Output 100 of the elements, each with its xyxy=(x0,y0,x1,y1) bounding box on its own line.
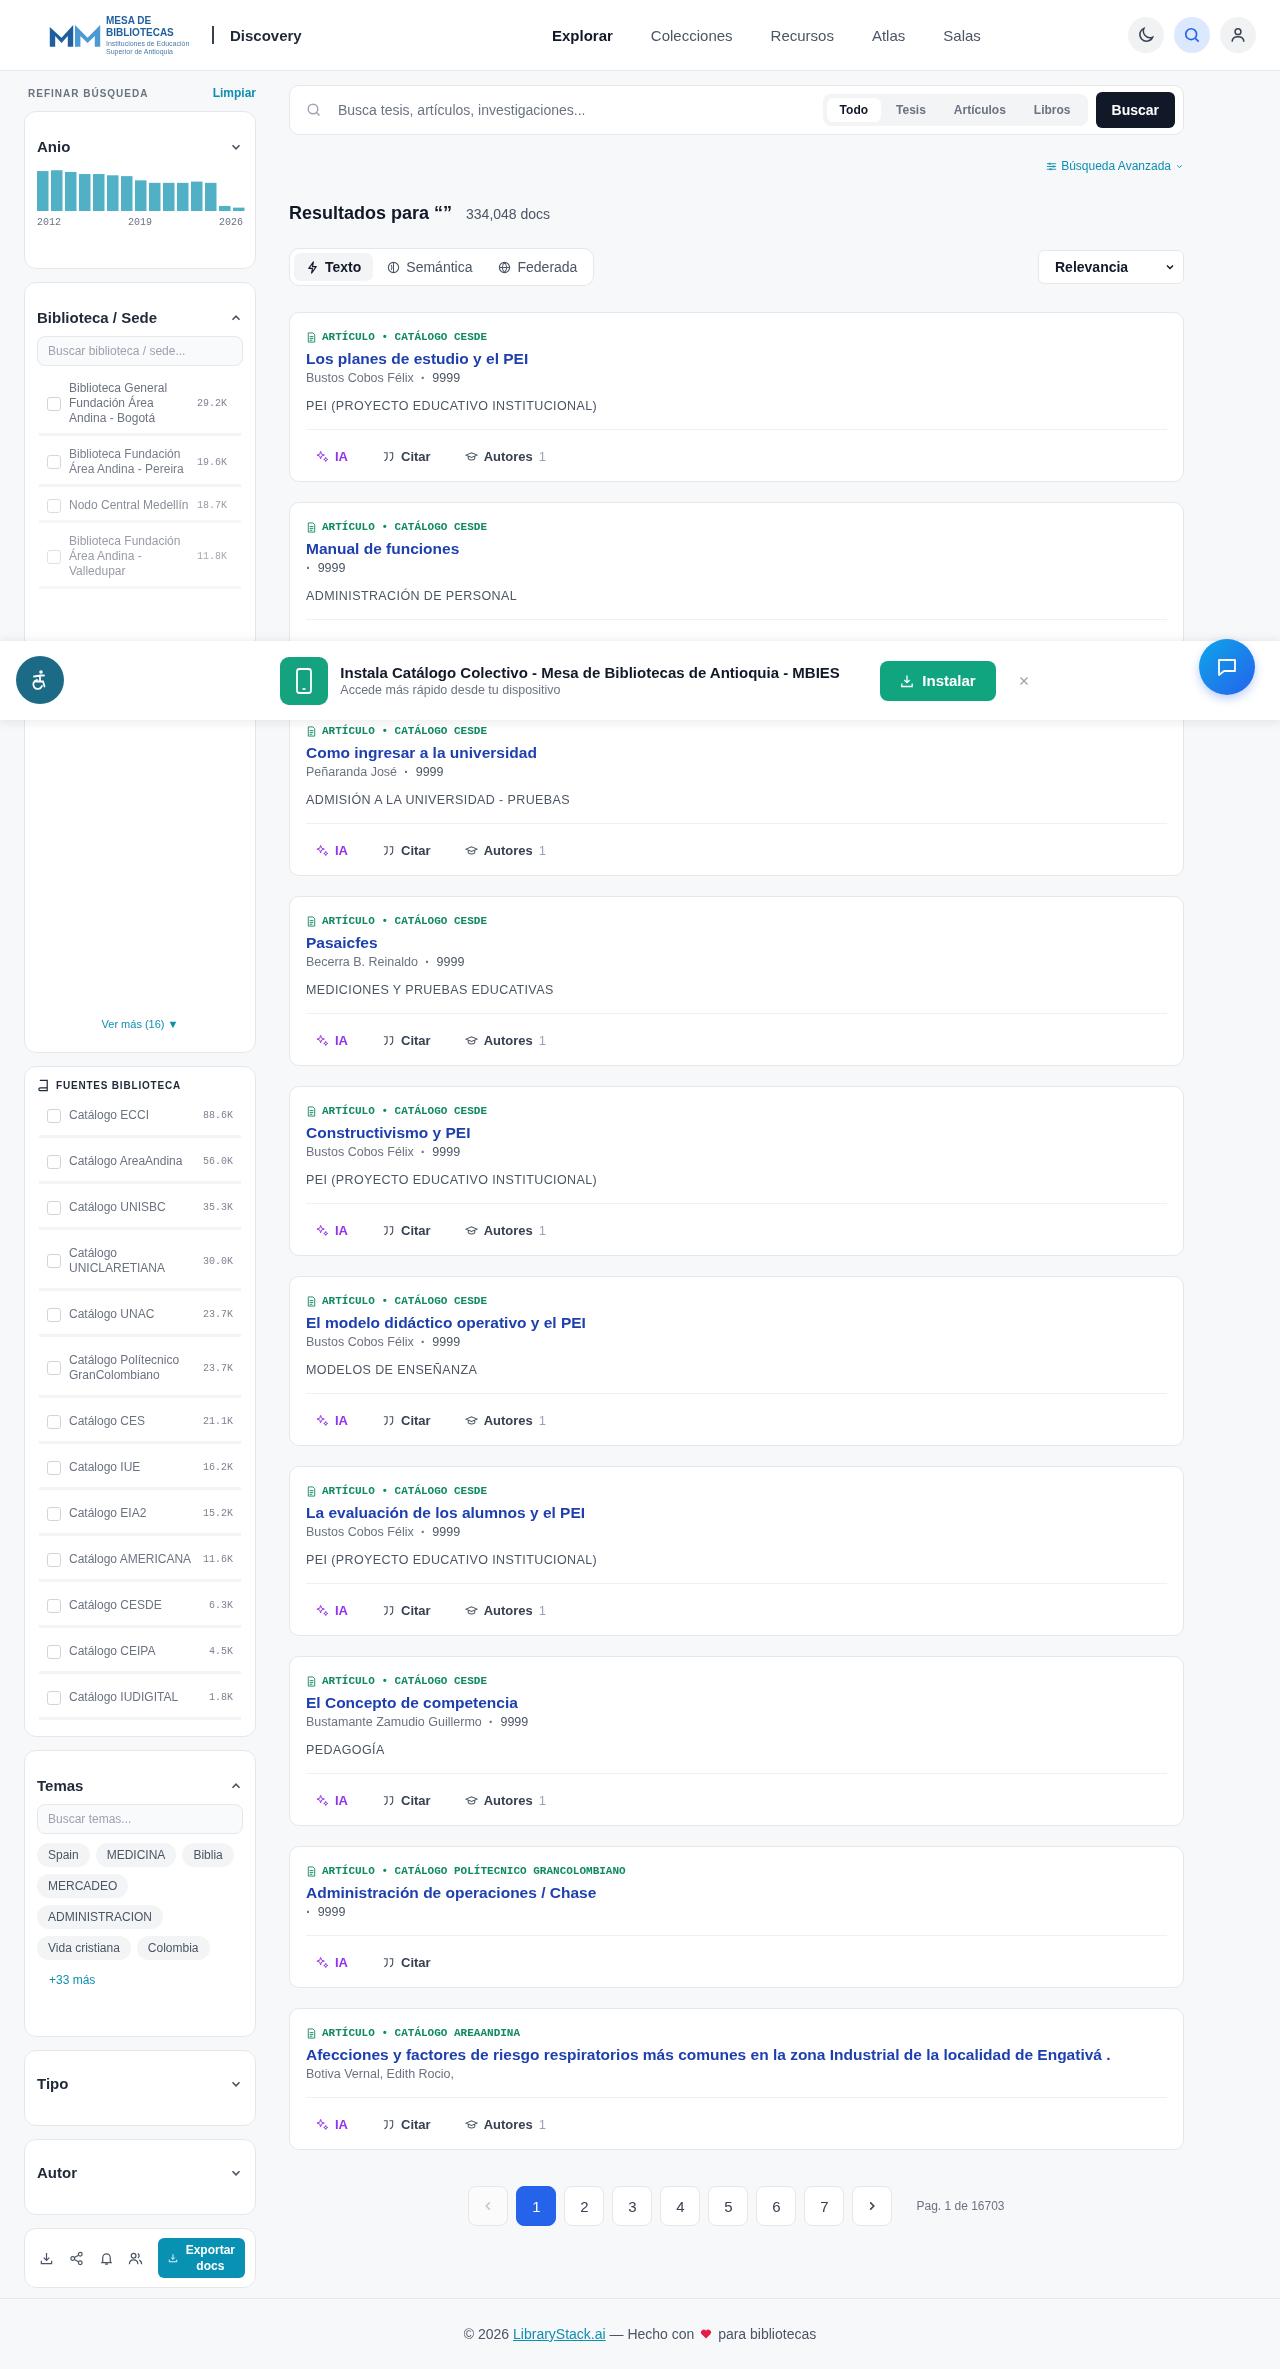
cite-button[interactable]: Citar xyxy=(372,1783,441,1817)
option-count: 88.6K xyxy=(203,1110,233,1121)
checkbox[interactable] xyxy=(47,1644,61,1659)
result-type: ARTÍCULO • CATÁLOGO CESDE xyxy=(322,331,488,343)
export-button[interactable]: Exportar docs xyxy=(157,2238,245,2278)
theme-toggle-button[interactable] xyxy=(1128,17,1164,53)
result-title[interactable]: Como ingresar a la universidad xyxy=(306,743,1167,763)
mode-tab[interactable]: Federada xyxy=(486,253,590,281)
authors-button[interactable]: Autores 1 xyxy=(454,833,556,867)
topic-search-field[interactable]: Buscar temas... xyxy=(37,1804,243,1834)
checkbox[interactable] xyxy=(47,1154,61,1169)
more-topics-link[interactable]: +33 más xyxy=(49,1973,243,1987)
ai-button[interactable]: IA xyxy=(306,1783,358,1817)
nav-link[interactable]: Recursos xyxy=(751,20,853,50)
authors-button[interactable]: Autores 1 xyxy=(454,1783,556,1817)
ai-button[interactable]: IA xyxy=(306,1403,358,1437)
cite-button[interactable]: Citar xyxy=(372,1023,441,1057)
authors-button[interactable]: Autores 1 xyxy=(454,2107,556,2141)
search-icon xyxy=(1182,25,1202,45)
ai-button[interactable]: IA xyxy=(306,1023,358,1057)
page-button[interactable]: 1 xyxy=(516,2186,557,2226)
cite-button[interactable]: Citar xyxy=(372,1403,441,1437)
checkbox[interactable] xyxy=(47,549,61,564)
scope-tab[interactable]: Tesis xyxy=(883,98,939,122)
authors-button[interactable]: Autores 1 xyxy=(454,1023,556,1057)
mode-tab[interactable]: Semántica xyxy=(375,253,485,281)
checkbox[interactable] xyxy=(47,498,61,513)
checkbox[interactable] xyxy=(47,1361,61,1375)
checkbox[interactable] xyxy=(47,1690,61,1705)
page-button[interactable]: 5 xyxy=(708,2186,749,2226)
topic-chip[interactable]: ADMINISTRACION xyxy=(37,1905,163,1929)
authors-button[interactable]: Autores 1 xyxy=(454,1213,556,1247)
cite-button[interactable]: Citar xyxy=(372,1945,441,1979)
authors-button[interactable]: Autores 1 xyxy=(454,439,556,473)
cite-button[interactable]: Citar xyxy=(372,1593,441,1627)
ai-button[interactable]: IA xyxy=(306,1593,358,1627)
page-button[interactable]: 3 xyxy=(612,2186,653,2226)
page-button[interactable]: 7 xyxy=(804,2186,845,2226)
checkbox[interactable] xyxy=(47,1108,61,1123)
next-page-button[interactable] xyxy=(852,2186,893,2226)
checkbox[interactable] xyxy=(47,455,61,469)
search-submit-button[interactable]: Buscar xyxy=(1095,92,1175,128)
search-button[interactable] xyxy=(1174,17,1210,53)
scope-tab[interactable]: Artículos xyxy=(940,98,1019,122)
topic-chip[interactable]: Spain xyxy=(37,1843,90,1867)
topic-chip[interactable]: Vida cristiana xyxy=(37,1936,131,1960)
result-title[interactable]: Constructivismo y PEI xyxy=(306,1123,1167,1143)
checkbox[interactable] xyxy=(47,1506,61,1521)
authors-button[interactable]: Autores 1 xyxy=(454,1403,556,1437)
page-button[interactable]: 4 xyxy=(660,2186,701,2226)
advanced-search-link[interactable]: Búsqueda Avanzada xyxy=(1046,159,1184,173)
topic-chip[interactable]: MERCADEO xyxy=(37,1874,129,1898)
page-button[interactable]: 2 xyxy=(564,2186,605,2226)
mode-tab[interactable]: Texto xyxy=(294,253,374,281)
nav-link[interactable]: Salas xyxy=(924,20,1000,50)
checkbox[interactable] xyxy=(47,1552,61,1567)
clear-link[interactable]: Limpiar xyxy=(212,86,256,100)
nav-link[interactable]: Colecciones xyxy=(631,20,752,50)
result-title[interactable]: Los planes de estudio y el PEI xyxy=(306,349,1167,369)
close-icon[interactable] xyxy=(1017,674,1030,687)
topic-chip[interactable]: Colombia xyxy=(136,1936,210,1960)
nav-link[interactable]: Atlas xyxy=(852,20,925,50)
scope-tab[interactable]: Todo xyxy=(826,98,882,122)
checkbox[interactable] xyxy=(47,396,61,411)
user-button[interactable] xyxy=(1220,17,1256,53)
scope-tab[interactable]: Libros xyxy=(1020,98,1084,122)
topic-chip[interactable]: MEDICINA xyxy=(95,1843,177,1867)
ai-button[interactable]: IA xyxy=(306,1945,358,1979)
checkbox[interactable] xyxy=(47,1200,61,1215)
result-title[interactable]: El Concepto de competencia xyxy=(306,1693,1167,1713)
result-title[interactable]: La evaluación de los alumnos y el PEI xyxy=(306,1503,1167,1523)
cite-button[interactable]: Citar xyxy=(372,2107,441,2141)
result-title[interactable]: Manual de funciones xyxy=(306,539,1167,559)
page-button[interactable]: 6 xyxy=(756,2186,797,2226)
topic-chip[interactable]: Biblia xyxy=(182,1843,234,1867)
sort-select[interactable]: Relevancia xyxy=(1038,250,1184,284)
checkbox[interactable] xyxy=(47,1460,61,1475)
result-title[interactable]: Pasaicfes xyxy=(306,933,1167,953)
authors-button[interactable]: Autores 1 xyxy=(454,1593,556,1627)
ai-button[interactable]: IA xyxy=(306,1213,358,1247)
footer-link[interactable]: LibraryStack.ai xyxy=(513,2326,606,2342)
sparkle-icon xyxy=(316,1033,329,1047)
ai-button[interactable]: IA xyxy=(306,2107,358,2141)
show-more-link[interactable]: Ver más (16) ▼ xyxy=(37,1018,243,1030)
checkbox[interactable] xyxy=(47,1254,61,1268)
result-title[interactable]: Administración de operaciones / Chase xyxy=(306,1883,1167,1903)
nav-link[interactable]: Explorar xyxy=(533,20,632,50)
ai-button[interactable]: IA xyxy=(306,439,358,473)
library-search-field[interactable]: Buscar biblioteca / sede... xyxy=(37,336,243,366)
ai-button[interactable]: IA xyxy=(306,833,358,867)
cite-button[interactable]: Citar xyxy=(372,1213,441,1247)
checkbox[interactable] xyxy=(47,1307,61,1322)
checkbox[interactable] xyxy=(47,1414,61,1429)
cite-button[interactable]: Citar xyxy=(372,833,441,867)
result-title[interactable]: El modelo didáctico operativo y el PEI xyxy=(306,1313,1167,1333)
result-title[interactable]: Afecciones y factores de riesgo respiratorios más comunes en la zona Industrial de la localidad de Engativá . xyxy=(306,2045,1167,2065)
search-field[interactable]: Busca tesis, artículos, investigaciones... xyxy=(336,101,823,119)
checkbox[interactable] xyxy=(47,1598,61,1613)
option-label: Catálogo AMERICANA xyxy=(69,1552,193,1567)
cite-button[interactable]: Citar xyxy=(372,439,441,473)
